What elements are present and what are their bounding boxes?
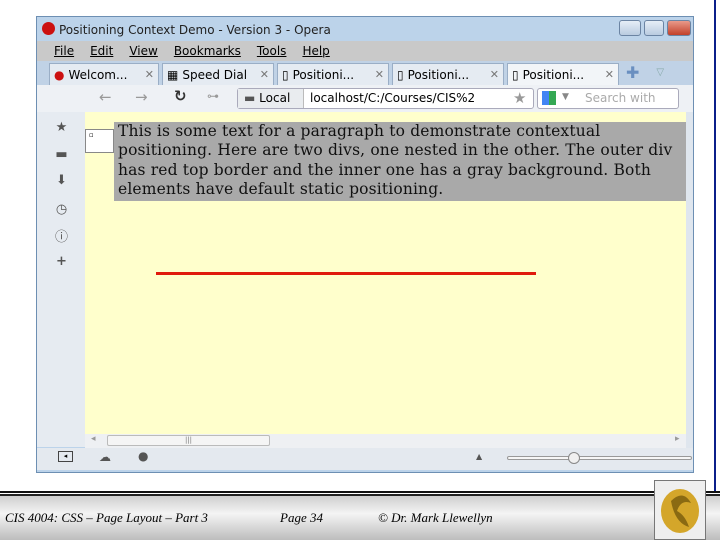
menu-help[interactable]: Help [302, 44, 329, 61]
menu-file[interactable]: File [54, 44, 74, 61]
maximize-button[interactable] [644, 20, 664, 36]
dropdown-icon[interactable]: ▼ [562, 92, 569, 102]
close-tab-icon[interactable]: ✕ [375, 68, 384, 81]
opera-unite-icon[interactable]: ☁ [99, 450, 111, 464]
browser-window: Positioning Context Demo - Version 3 - O… [36, 16, 694, 473]
menu-bar: File Edit View Bookmarks Tools Help [37, 41, 693, 61]
footer-author: © Dr. Mark Llewellyn [378, 510, 493, 525]
page-icon: ▯ [512, 67, 519, 82]
footer-course: CIS 4004: CSS – Page Layout – Part 3 [5, 510, 208, 525]
footer-page: Page 34 [280, 510, 323, 525]
page-icon: ▯ [397, 67, 404, 82]
menu-tools[interactable]: Tools [257, 44, 287, 61]
monitor-icon: ▬ [244, 91, 256, 105]
menu-edit[interactable]: Edit [90, 44, 113, 61]
scrollbar-thumb[interactable]: ||| [107, 435, 270, 446]
window-title: Positioning Context Demo - Version 3 - O… [59, 23, 331, 37]
sidebar-panel: ★ ▬ ⬇ ◷ ⓘ + [37, 112, 85, 447]
footer-divider [0, 491, 720, 493]
gray-paragraph: This is some text for a paragraph to dem… [114, 122, 686, 201]
menu-bookmarks[interactable]: Bookmarks [174, 44, 241, 61]
view-up-icon[interactable]: ▲ [476, 452, 482, 461]
broken-image-icon: ▫ [85, 129, 114, 153]
new-tab-icon[interactable]: ✚ [626, 63, 639, 85]
turbo-icon[interactable]: ● [138, 449, 148, 463]
google-icon [542, 91, 556, 105]
tab-speed-dial[interactable]: ▦ Speed Dial ✕ [162, 63, 274, 85]
add-panel-icon[interactable]: + [54, 255, 69, 268]
page-viewport: ▫ This is some text for a paragraph to d… [85, 112, 686, 434]
menu-view[interactable]: View [129, 44, 157, 61]
tab-positioning-2[interactable]: ▯ Positioni... ✕ [392, 63, 504, 85]
zoom-slider-handle[interactable] [568, 452, 580, 464]
scroll-left-icon[interactable]: ◂ [91, 434, 96, 444]
url-text: localhost/C:/Courses/CIS%2 [310, 91, 476, 105]
close-tab-icon[interactable]: ✕ [605, 68, 614, 81]
speed-dial-icon: ▦ [167, 67, 179, 82]
bookmark-star-icon[interactable]: ★ [513, 89, 526, 107]
history-icon[interactable]: ◷ [54, 203, 69, 216]
search-placeholder: Search with [585, 91, 656, 105]
back-icon[interactable]: ← [99, 88, 112, 106]
address-field[interactable]: ▬ Local localhost/C:/Courses/CIS%2 ★ [237, 88, 534, 109]
downloads-icon[interactable]: ⬇ [54, 174, 69, 187]
key-icon[interactable]: ⊶ [207, 89, 219, 103]
tab-bar: ● Welcom... ✕ ▦ Speed Dial ✕ ▯ Positioni... ✕ … [37, 61, 693, 85]
search-field[interactable]: ▼ Search with [537, 88, 679, 109]
ucf-pegasus-logo [654, 480, 706, 540]
slide-footer: CIS 4004: CSS – Page Layout – Part 3 Pag… [0, 494, 720, 540]
scroll-right-icon[interactable]: ▸ [675, 434, 680, 444]
red-top-border [156, 272, 536, 275]
forward-icon[interactable]: → [135, 88, 148, 106]
opera-logo-icon [42, 22, 55, 35]
tab-positioning-3[interactable]: ▯ Positioni... ✕ [507, 63, 619, 85]
close-button[interactable] [667, 20, 691, 36]
vertical-strip [686, 112, 693, 448]
reload-icon[interactable]: ↻ [174, 87, 187, 105]
address-toolbar: ← → ↻ ⊶ ▬ Local localhost/C:/Courses/CIS… [37, 85, 693, 112]
opera-icon: ● [54, 67, 65, 82]
title-bar: Positioning Context Demo - Version 3 - O… [37, 17, 693, 41]
slide-edge-line [714, 0, 716, 492]
panel-toggle-icon[interactable]: ◂ [58, 451, 73, 462]
close-tab-icon[interactable]: ✕ [490, 68, 499, 81]
minimize-button[interactable] [619, 20, 641, 36]
tab-welcome[interactable]: ● Welcom... ✕ [49, 63, 159, 85]
notes-icon[interactable]: ▬ [54, 148, 69, 161]
close-tab-icon[interactable]: ✕ [260, 68, 269, 81]
status-bar: ◂ ☁ ● ▲ [37, 448, 693, 470]
horizontal-scrollbar[interactable]: ◂ ||| ▸ [85, 434, 686, 448]
info-icon[interactable]: ⓘ [54, 231, 69, 244]
tab-menu-icon[interactable]: ▽ [656, 67, 664, 85]
tab-positioning-1[interactable]: ▯ Positioni... ✕ [277, 63, 389, 85]
zoom-slider[interactable] [507, 456, 692, 460]
bookmarks-star-icon[interactable]: ★ [54, 121, 69, 134]
local-badge[interactable]: ▬ Local [238, 89, 304, 108]
page-icon: ▯ [282, 67, 289, 82]
close-tab-icon[interactable]: ✕ [145, 68, 154, 81]
